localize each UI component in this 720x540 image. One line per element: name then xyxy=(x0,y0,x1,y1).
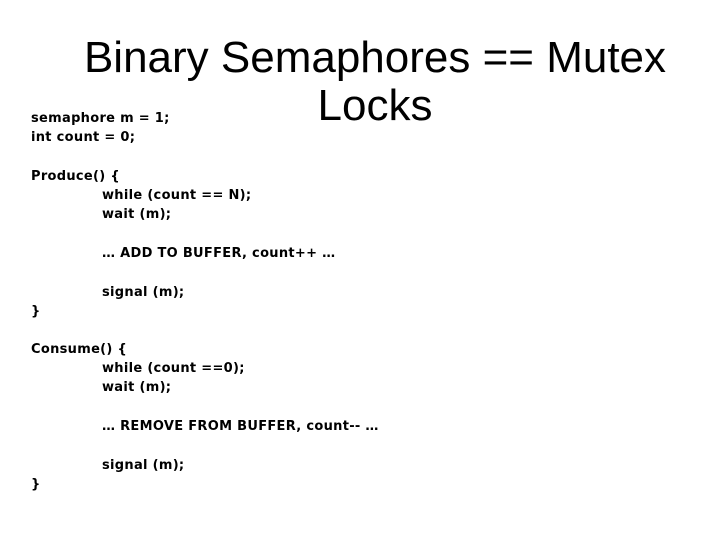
declaration-semaphore: semaphore m = 1; xyxy=(31,111,170,126)
produce-line-signal: signal (m); xyxy=(102,285,185,300)
consume-close: } xyxy=(31,477,41,492)
produce-close: } xyxy=(31,304,41,319)
produce-line-while: while (count == N); xyxy=(102,188,252,203)
consume-line-wait: wait (m); xyxy=(102,380,172,395)
consume-header: Consume() { xyxy=(31,342,128,357)
consume-line-while: while (count ==0); xyxy=(102,361,245,376)
produce-line-wait: wait (m); xyxy=(102,207,172,222)
produce-line-add: … ADD TO BUFFER, count++ … xyxy=(102,246,336,261)
consume-line-signal: signal (m); xyxy=(102,458,185,473)
declaration-count: int count = 0; xyxy=(31,130,136,145)
produce-header: Produce() { xyxy=(31,169,120,184)
consume-line-remove: … REMOVE FROM BUFFER, count-- … xyxy=(102,419,379,434)
